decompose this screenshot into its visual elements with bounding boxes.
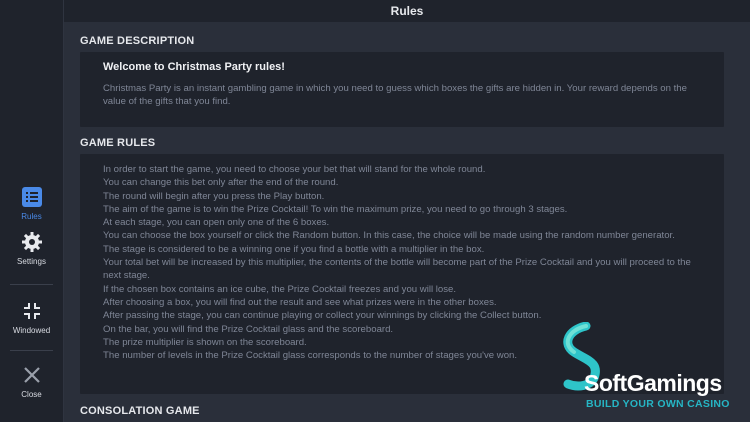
description-heading: Welcome to Christmas Party rules! <box>103 61 285 73</box>
rule-line: You can change this bet only after the e… <box>103 177 339 189</box>
watermark-brand: SoftGamings <box>584 370 722 396</box>
section-title-description: GAME DESCRIPTION <box>80 35 195 47</box>
rules-label: Rules <box>21 212 42 221</box>
rule-line: After passing the stage, you can continu… <box>103 310 542 322</box>
windowed-label: Windowed <box>12 326 51 335</box>
rule-line: In order to start the game, you need to … <box>103 164 486 175</box>
rule-line: The aim of the game is to win the Prize … <box>103 203 568 215</box>
close-button[interactable]: Close <box>0 364 63 399</box>
settings-label: Settings <box>17 257 46 266</box>
rule-line: After choosing a box, you will find out … <box>103 296 497 308</box>
rule-line: Your total bet will be increased by this… <box>103 257 691 282</box>
sidebar-divider <box>10 350 53 351</box>
watermark-tagline: BUILD YOUR OWN CASINO <box>586 398 730 410</box>
description-panel: Welcome to Christmas Party rules! Christ… <box>80 52 724 127</box>
windowed-button[interactable]: Windowed <box>0 300 63 335</box>
rule-line: You can choose the box yourself or click… <box>103 230 675 242</box>
rule-line: The stage is considered to be a winning … <box>103 243 485 255</box>
list-icon <box>21 187 42 207</box>
rule-line: At each stage, you can open only one of … <box>103 217 330 229</box>
close-icon <box>23 367 40 383</box>
softgamings-watermark: SoftGamings BUILD YOUR OWN CASINO <box>556 322 746 412</box>
section-title-consolation: CONSOLATION GAME <box>80 405 200 417</box>
sidebar: Rules Settings Windowed Close <box>0 0 64 422</box>
page-title: Rules <box>64 0 750 22</box>
minimize-icon <box>23 303 40 319</box>
settings-button[interactable]: Settings <box>0 231 63 266</box>
rules-button[interactable]: Rules <box>0 186 63 221</box>
rule-line: If the chosen box contains an ice cube, … <box>103 283 457 295</box>
description-text: Christmas Party is an instant gambling g… <box>103 83 687 108</box>
gear-icon <box>21 232 42 252</box>
section-title-rules: GAME RULES <box>80 137 156 149</box>
sidebar-divider <box>10 284 53 285</box>
rule-line: The round will begin after you press the… <box>103 190 325 202</box>
close-label: Close <box>21 390 42 399</box>
